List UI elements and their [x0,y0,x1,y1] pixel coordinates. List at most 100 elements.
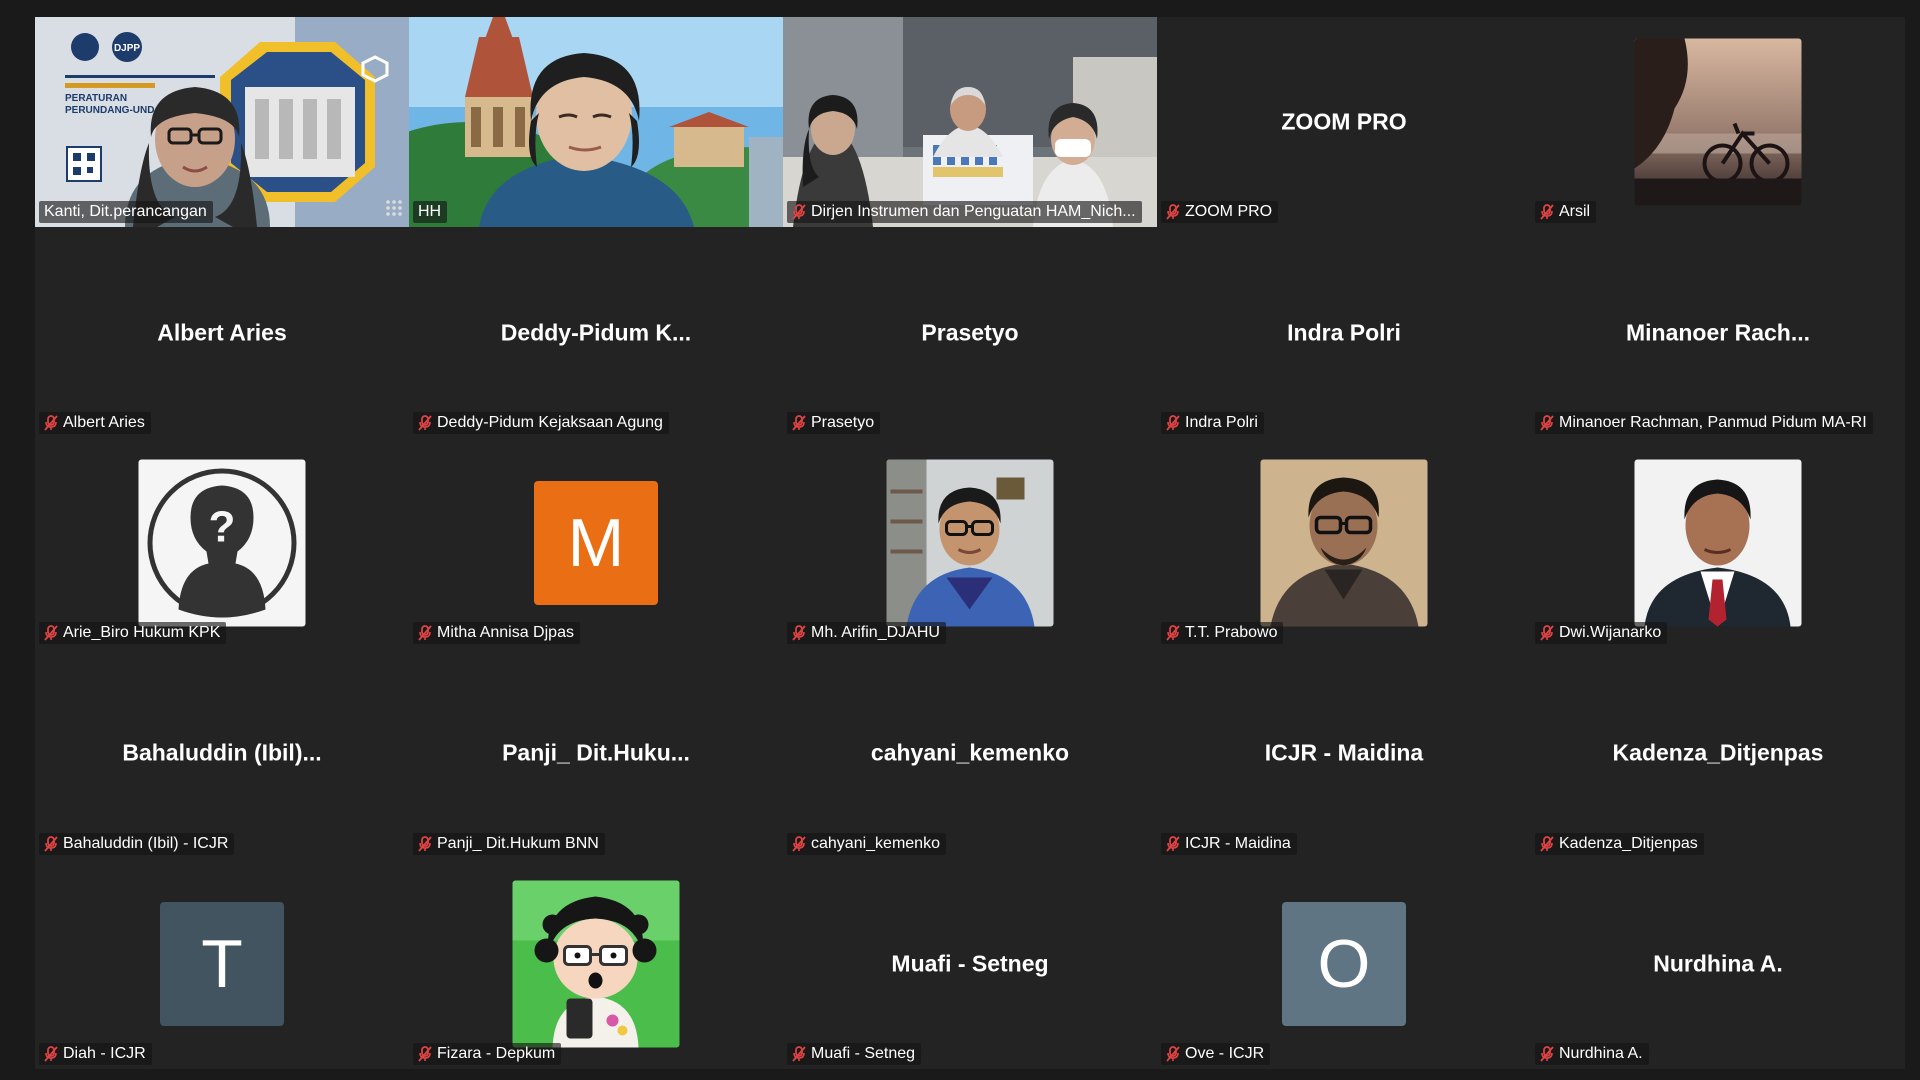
mic-muted-icon [1540,625,1554,641]
participant-name: Indra Polri [1185,413,1258,431]
participant-tile-prasetyo[interactable]: Prasetyo Prasetyo [783,227,1157,438]
participant-name-tag: Indra Polri [1161,411,1264,434]
participant-name-tag: T.T. Prabowo [1161,622,1284,645]
participant-name: Albert Aries [63,413,145,431]
participant-name: Panji_ Dit.Hukum BNN [437,834,599,852]
participant-name: Ove - ICJR [1185,1044,1265,1062]
participant-video [783,17,1157,227]
mic-muted-icon [1166,414,1180,431]
participant-tile-albert-aries[interactable]: Albert Aries Albert Aries [35,227,409,438]
participant-name: Diah - ICJR [63,1044,146,1062]
participant-tile-hh[interactable]: HH [409,17,783,228]
participant-tile-icjr-maidina[interactable]: ICJR - Maidina ICJR - Maidina [1157,648,1531,859]
participant-tile-mh-arifin[interactable]: Mh. Arifin_DJAHU [783,437,1157,649]
participant-tile-dirjen-ham[interactable]: Dirjen Instrumen dan Penguatan HAM_Nich.… [783,17,1157,228]
participant-name: T.T. Prabowo [1185,624,1278,642]
profile-photo [512,880,680,1048]
participant-name: Dwi.Wijanarko [1559,624,1662,642]
participant-video [409,17,783,228]
participant-name: Prasetyo [811,413,875,431]
participant-name: HH [418,203,442,221]
participant-name: Fizara - Depkum [437,1044,556,1062]
participant-tile-diah[interactable]: T Diah - ICJR [35,858,409,1069]
participant-name: Nurdhina A. [1559,1044,1643,1062]
participant-tile-ove[interactable]: O Ove - ICJR [1157,858,1531,1069]
participant-name: Minanoer Rachman, Panmud Pidum MA-RI [1559,413,1867,431]
participant-tile-kadenza[interactable]: Kadenza_Ditjenpas Kadenza_Ditjenpas [1531,648,1905,859]
participant-display-name: Indra Polri [1287,319,1401,346]
participant-name: Dirjen Instrumen dan Penguatan HAM_Nich.… [811,203,1136,221]
participant-name-tag: Dwi.Wijanarko [1535,622,1668,645]
participant-tile-kanti[interactable]: DJPP PERATURAN PERUNDANG-UNDANGAN Kanti,… [35,17,409,228]
mic-muted-icon [1166,1046,1180,1062]
participant-display-name: Kadenza_Ditjenpas [1612,739,1824,766]
letter-avatar: M [534,480,658,605]
participant-tile-fizara[interactable]: Fizara - Depkum [409,858,783,1069]
participant-name-tag: Dirjen Instrumen dan Penguatan HAM_Nich.… [787,201,1142,224]
participant-tile-arsil[interactable]: Arsil [1531,17,1905,228]
participant-name-tag: HH [413,201,448,224]
mic-muted-icon [418,414,432,431]
participant-tile-muafi[interactable]: Muafi - Setneg Muafi - Setneg [783,858,1157,1069]
grip-dots-icon[interactable] [385,199,403,217]
participant-name: ZOOM PRO [1185,203,1273,221]
participant-name-tag: ZOOM PRO [1161,201,1279,224]
participant-tile-bahaluddin[interactable]: Bahaluddin (Ibil)... Bahaluddin (Ibil) -… [35,648,409,859]
participant-name: Arsil [1559,203,1591,221]
mic-muted-icon [418,1046,432,1062]
mic-muted-icon [1540,414,1554,431]
participant-tile-deddy[interactable]: Deddy-Pidum K... Deddy-Pidum Kejaksaan A… [409,227,783,438]
participant-name-tag: Mh. Arifin_DJAHU [787,622,946,645]
mic-muted-icon [418,835,432,852]
participant-tile-indra-polri[interactable]: Indra Polri Indra Polri [1157,227,1531,438]
mic-muted-icon [44,414,58,431]
participant-display-name: Muafi - Setneg [891,950,1049,977]
mic-muted-icon [1166,204,1180,220]
letter-avatar: O [1282,901,1406,1026]
default-profile-icon: ? [138,459,306,627]
participant-tile-zoom-pro[interactable]: ZOOM PRO ZOOM PRO [1157,17,1531,228]
profile-photo [1634,38,1802,206]
mic-muted-icon [792,1046,806,1062]
participant-tile-tt-prabowo[interactable]: T.T. Prabowo [1157,437,1531,649]
participant-tile-mitha[interactable]: M Mitha Annisa Djpas [409,437,783,649]
participant-name: Mh. Arifin_DJAHU [811,624,940,642]
participant-name: Arie_Biro Hukum KPK [63,624,221,642]
participant-name: Kanti, Dit.perancangan [44,203,207,221]
participant-name-tag: Bahaluddin (Ibil) - ICJR [39,832,235,855]
participant-name-tag: Muafi - Setneg [787,1042,922,1065]
mic-muted-icon [44,835,58,852]
zoom-meeting-window: DJPP PERATURAN PERUNDANG-UNDANGAN Kanti,… [0,0,1920,1080]
mic-muted-icon [1166,625,1180,641]
svg-text:?: ? [209,502,236,551]
mic-muted-icon [1166,835,1180,852]
participant-tile-nurdhina[interactable]: Nurdhina A. Nurdhina A. [1531,858,1905,1069]
participant-tile-arie[interactable]: ? Arie_Biro Hukum KPK [35,437,409,649]
participant-tile-cahyani[interactable]: cahyani_kemenko cahyani_kemenko [783,648,1157,859]
participant-name-tag: Arsil [1535,201,1597,224]
participant-name-tag: Kadenza_Ditjenpas [1535,832,1704,855]
participant-tile-minanoer[interactable]: Minanoer Rach... Minanoer Rachman, Panmu… [1531,227,1905,438]
participant-video: DJPP PERATURAN PERUNDANG-UNDANGAN [35,17,409,227]
participant-display-name: Albert Aries [157,319,287,346]
gallery-view-grid: DJPP PERATURAN PERUNDANG-UNDANGAN Kanti,… [35,17,1905,1069]
participant-tile-panji[interactable]: Panji_ Dit.Huku... Panji_ Dit.Hukum BNN [409,648,783,859]
participant-name-tag: Diah - ICJR [39,1042,152,1065]
participant-name-tag: cahyani_kemenko [787,832,946,855]
profile-photo [1260,459,1428,627]
participant-display-name: Nurdhina A. [1653,950,1783,977]
participant-name-tag: ICJR - Maidina [1161,832,1297,855]
profile-photo [1634,459,1802,627]
participant-display-name: Bahaluddin (Ibil)... [122,739,322,766]
svg-text:DJPP: DJPP [114,43,140,54]
letter-avatar: T [160,901,284,1026]
participant-name-tag: Arie_Biro Hukum KPK [39,622,227,645]
participant-tile-dwi-wijanarko[interactable]: Dwi.Wijanarko [1531,437,1905,649]
participant-name: Mitha Annisa Djpas [437,624,574,642]
profile-photo [886,459,1054,627]
participant-name-tag: Albert Aries [39,411,151,434]
participant-name-tag: Ove - ICJR [1161,1042,1271,1065]
participant-name-tag: Fizara - Depkum [413,1042,562,1065]
participant-display-name: ZOOM PRO [1281,108,1407,135]
participant-display-name: Deddy-Pidum K... [500,319,692,346]
